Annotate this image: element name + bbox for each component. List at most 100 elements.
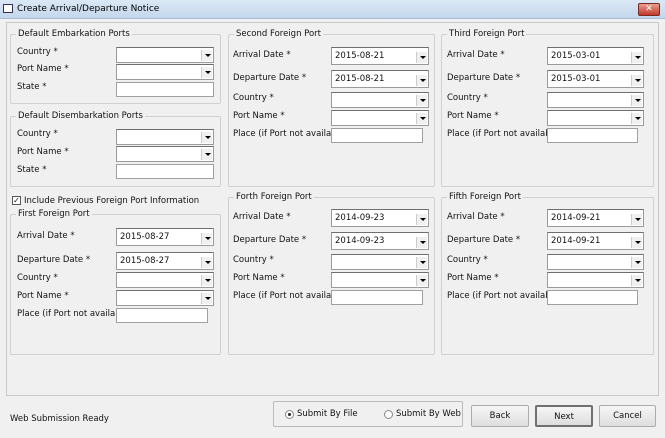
departure-date-picker[interactable]: 2015-08-21: [331, 70, 429, 88]
close-button[interactable]: ✕: [638, 3, 660, 16]
arrival-label: Arrival Date *: [447, 212, 505, 222]
country-label: Country *: [447, 255, 488, 265]
submit-by-file-radio[interactable]: [285, 410, 294, 419]
country-label: Country *: [17, 129, 58, 139]
place-input[interactable]: [331, 290, 423, 305]
disembarkation-state-input[interactable]: [116, 164, 214, 179]
country-select[interactable]: [331, 92, 429, 108]
departure-label: Departure Date *: [447, 235, 521, 245]
port-select[interactable]: [331, 110, 429, 126]
port-select[interactable]: [547, 110, 644, 126]
chevron-down-icon[interactable]: [201, 67, 212, 78]
arrival-label: Arrival Date *: [447, 50, 505, 60]
chevron-down-icon[interactable]: [416, 113, 427, 124]
chevron-down-icon[interactable]: [416, 214, 427, 225]
port-select[interactable]: [331, 272, 429, 288]
place-input[interactable]: [331, 128, 423, 143]
arrival-label: Arrival Date *: [233, 212, 291, 222]
port-name-label: Port Name *: [17, 147, 69, 157]
disembarkation-port-select[interactable]: [116, 146, 214, 162]
embarkation-port-select[interactable]: [116, 64, 214, 80]
chevron-down-icon[interactable]: [631, 113, 642, 124]
departure-date-picker[interactable]: 2015-08-27: [116, 252, 214, 270]
chevron-down-icon[interactable]: [416, 275, 427, 286]
departure-label: Departure Date *: [233, 73, 307, 83]
departure-label: Departure Date *: [233, 235, 307, 245]
departure-label: Departure Date *: [447, 73, 521, 83]
place-input[interactable]: [547, 128, 638, 143]
port-select[interactable]: [547, 272, 644, 288]
group-title: Third Foreign Port: [447, 29, 527, 39]
country-label: Country *: [233, 255, 274, 265]
country-select[interactable]: [116, 272, 214, 288]
chevron-down-icon[interactable]: [201, 233, 212, 244]
chevron-down-icon[interactable]: [631, 214, 642, 225]
embarkation-state-input[interactable]: [116, 82, 214, 97]
chevron-down-icon[interactable]: [201, 293, 212, 304]
chevron-down-icon[interactable]: [631, 257, 642, 268]
port-name-label: Port Name *: [17, 64, 69, 74]
chevron-down-icon[interactable]: [201, 50, 212, 61]
submit-by-web-radio[interactable]: [384, 410, 393, 419]
place-label: Place (if Port not available): [17, 309, 132, 319]
embarkation-country-select[interactable]: [116, 47, 214, 63]
chevron-down-icon[interactable]: [416, 75, 427, 86]
arrival-date-picker[interactable]: 2015-03-01: [547, 47, 644, 65]
chevron-down-icon[interactable]: [631, 237, 642, 248]
state-label: State *: [17, 165, 47, 175]
arrival-date-value: 2015-08-21: [335, 51, 385, 61]
title-bar: Create Arrival/Departure Notice ✕: [0, 0, 665, 19]
group-title: Default Disembarkation Ports: [16, 111, 145, 121]
next-button[interactable]: Next: [535, 405, 593, 427]
country-select[interactable]: [547, 92, 644, 108]
country-select[interactable]: [547, 254, 644, 270]
include-previous-label: Include Previous Foreign Port Informatio…: [24, 196, 200, 206]
place-input[interactable]: [547, 290, 638, 305]
chevron-down-icon[interactable]: [201, 275, 212, 286]
cancel-button[interactable]: Cancel: [599, 405, 656, 427]
departure-date-picker[interactable]: 2015-03-01: [547, 70, 644, 88]
departure-date-value: 2015-03-01: [551, 74, 601, 84]
place-label: Place (if Port not available): [447, 291, 562, 301]
country-label: Country *: [17, 47, 58, 57]
country-label: Country *: [447, 93, 488, 103]
arrival-date-picker[interactable]: 2014-09-23: [331, 209, 429, 227]
departure-date-value: 2014-09-21: [551, 236, 601, 246]
arrival-date-picker[interactable]: 2014-09-21: [547, 209, 644, 227]
status-text: Web Submission Ready: [10, 414, 109, 424]
chevron-down-icon[interactable]: [631, 52, 642, 63]
back-button[interactable]: Back: [471, 405, 529, 427]
chevron-down-icon[interactable]: [416, 52, 427, 63]
place-input[interactable]: [116, 308, 208, 323]
chevron-down-icon[interactable]: [416, 257, 427, 268]
place-label: Place (if Port not available): [447, 129, 562, 139]
arrival-date-picker[interactable]: 2015-08-27: [116, 228, 214, 246]
departure-date-value: 2015-08-27: [120, 256, 170, 266]
submit-by-file-label[interactable]: Submit By File: [297, 409, 358, 419]
port-label: Port Name *: [447, 111, 499, 121]
departure-date-picker[interactable]: 2014-09-23: [331, 232, 429, 250]
departure-date-value: 2015-08-21: [335, 74, 385, 84]
chevron-down-icon[interactable]: [416, 237, 427, 248]
chevron-down-icon[interactable]: [201, 132, 212, 143]
chevron-down-icon[interactable]: [631, 75, 642, 86]
group-title: Second Foreign Port: [234, 29, 324, 39]
port-label: Port Name *: [17, 291, 69, 301]
submit-by-web-label[interactable]: Submit By Web: [396, 409, 461, 419]
chevron-down-icon[interactable]: [201, 257, 212, 268]
arrival-label: Arrival Date *: [233, 50, 291, 60]
disembarkation-country-select[interactable]: [116, 129, 214, 145]
arrival-date-value: 2014-09-21: [551, 213, 601, 223]
chevron-down-icon[interactable]: [631, 275, 642, 286]
arrival-date-value: 2015-03-01: [551, 51, 601, 61]
country-select[interactable]: [331, 254, 429, 270]
arrival-date-picker[interactable]: 2015-08-21: [331, 47, 429, 65]
port-select[interactable]: [116, 290, 214, 306]
chevron-down-icon[interactable]: [631, 95, 642, 106]
departure-label: Departure Date *: [17, 255, 91, 265]
chevron-down-icon[interactable]: [201, 149, 212, 160]
group-title: Default Embarkation Ports: [16, 29, 132, 39]
departure-date-picker[interactable]: 2014-09-21: [547, 232, 644, 250]
include-previous-checkbox[interactable]: ✓: [12, 196, 21, 205]
chevron-down-icon[interactable]: [416, 95, 427, 106]
